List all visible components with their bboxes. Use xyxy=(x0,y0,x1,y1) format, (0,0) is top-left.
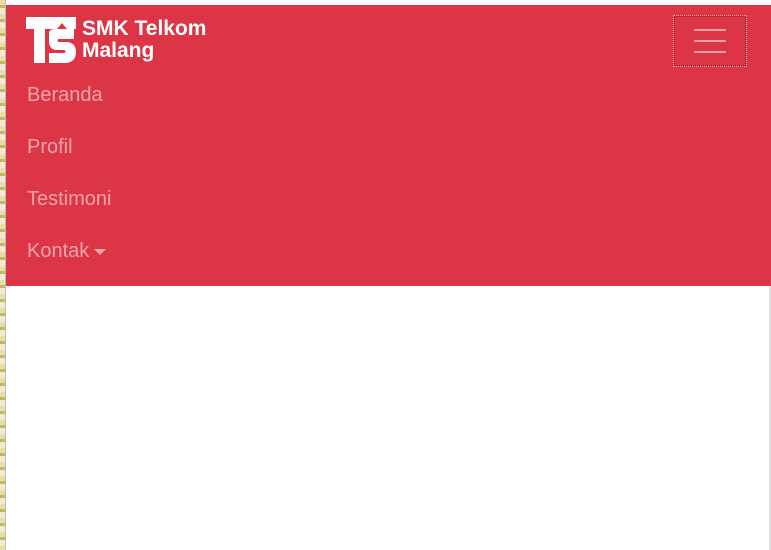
brand-line-2: Malang xyxy=(82,39,155,62)
nav-item-kontak: Kontak xyxy=(27,237,111,289)
nav-item-testimoni: Testimoni xyxy=(27,185,111,237)
nav-link-beranda[interactable]: Beranda xyxy=(27,81,103,109)
nav-link-kontak-label: Kontak xyxy=(27,240,90,262)
brand-name: SMK Telkom Malang xyxy=(82,18,206,62)
brand-line-1: SMK Telkom xyxy=(82,17,207,40)
nav-link-testimoni[interactable]: Testimoni xyxy=(27,185,111,213)
hamburger-icon xyxy=(694,29,726,53)
nav-menu: Beranda Profil Testimoni Kontak xyxy=(27,81,111,289)
ts-logo-icon xyxy=(26,17,76,63)
brand-link[interactable]: SMK Telkom Malang xyxy=(26,15,206,65)
nav-link-kontak-dropdown[interactable]: Kontak xyxy=(27,237,107,265)
nav-link-profil[interactable]: Profil xyxy=(27,133,73,161)
navbar: SMK Telkom Malang Beranda Profil Testimo… xyxy=(6,5,771,286)
caret-down-icon xyxy=(94,249,107,255)
navbar-toggler-button[interactable] xyxy=(673,15,747,67)
nav-item-beranda: Beranda xyxy=(27,81,111,133)
nav-item-profil: Profil xyxy=(27,133,111,185)
